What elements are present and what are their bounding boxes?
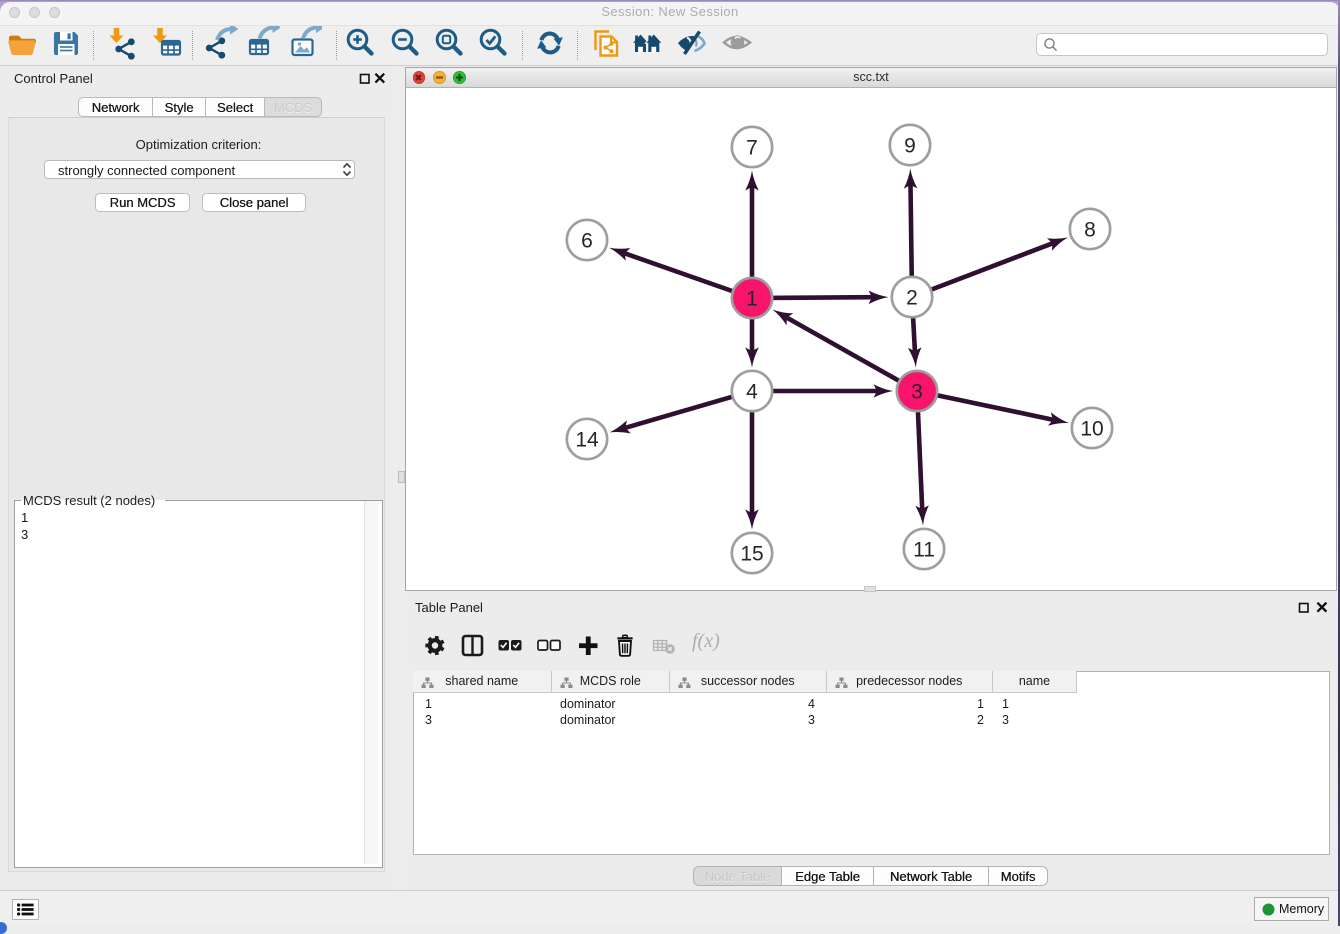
svg-text:10: 10	[1080, 418, 1103, 441]
svg-text:6: 6	[581, 230, 593, 253]
svg-text:7: 7	[746, 137, 758, 160]
svg-text:4: 4	[746, 381, 758, 404]
svg-text:8: 8	[1084, 219, 1096, 242]
svg-text:2: 2	[906, 287, 918, 310]
svg-text:9: 9	[904, 135, 916, 158]
svg-text:14: 14	[575, 429, 599, 452]
svg-text:1: 1	[746, 288, 758, 311]
svg-text:11: 11	[913, 539, 935, 562]
svg-text:3: 3	[911, 381, 923, 404]
svg-text:15: 15	[740, 543, 763, 566]
